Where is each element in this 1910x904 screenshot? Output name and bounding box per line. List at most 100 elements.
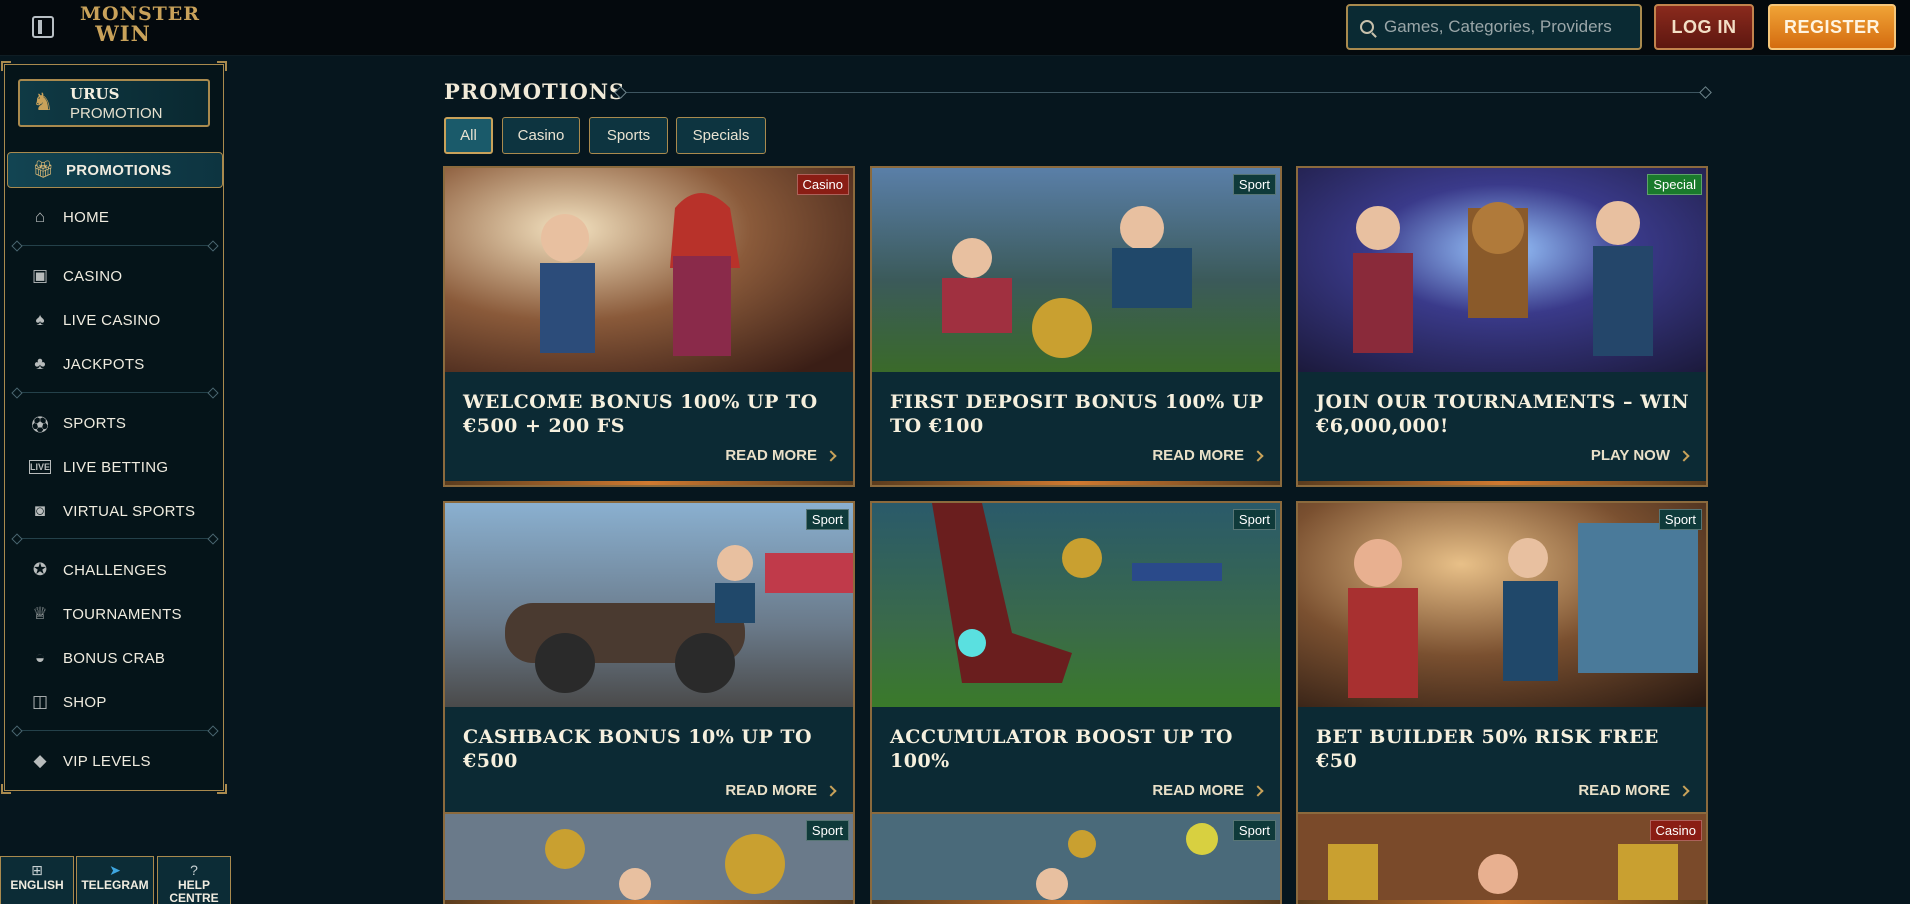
crab-icon: ◒ [34, 648, 46, 667]
read-more-link[interactable]: READ MORE [1578, 782, 1690, 799]
gift-icon: 🎁︎ [32, 160, 54, 179]
category-tag: Sport [1232, 820, 1276, 841]
card-image [445, 814, 853, 900]
help-centre-button[interactable]: ? HELP CENTRE [157, 856, 231, 904]
card-image [1298, 503, 1706, 707]
promo-card-first-deposit[interactable]: Sport FIRST DEPOSIT BONUS 100% UP TO €10… [870, 166, 1282, 487]
card-title: ACCUMULATOR BOOST UP TO 100% [890, 726, 1233, 772]
frame-corner [1, 61, 11, 71]
sidebar-item-virtual-sports[interactable]: ◙ VIRTUAL SPORTS [5, 493, 223, 529]
uk-flag-icon: ⊞ [31, 862, 43, 878]
sidebar-item-casino[interactable]: ▣ CASINO [5, 258, 223, 294]
sidebar-item-home[interactable]: ⌂ HOME [5, 199, 223, 235]
card-image [872, 503, 1280, 707]
trophy-icon: ♕ [32, 604, 48, 623]
telegram-icon: ➤ [109, 862, 121, 878]
filter-all[interactable]: All [444, 117, 493, 154]
cta-label: READ MORE [725, 447, 817, 464]
search-box[interactable] [1346, 4, 1642, 50]
sidebar-item-label: JACKPOTS [63, 355, 145, 373]
sidebar-item-challenges[interactable]: ✪ CHALLENGES [5, 552, 223, 588]
promo-card-welcome-bonus[interactable]: Casino WELCOME BONUS 100% UP TO €500 + 2… [443, 166, 855, 487]
title-rule [620, 92, 1706, 93]
register-button[interactable]: REGISTER [1768, 4, 1896, 50]
promo-card-cashback[interactable]: Sport CASHBACK BONUS 10% UP TO €500 READ… [443, 501, 855, 822]
category-tag: Sport [1232, 509, 1276, 530]
site-logo[interactable]: MONSTER WIN [80, 4, 199, 50]
login-button[interactable]: LOG IN [1654, 4, 1754, 50]
filter-casino[interactable]: Casino [502, 117, 580, 154]
card-image [1298, 168, 1706, 372]
category-tag: Special [1647, 174, 1702, 195]
sidebar-item-tournaments[interactable]: ♕ TOURNAMENTS [5, 596, 223, 632]
clover-icon: ♣ [34, 354, 46, 373]
sidebar: ♞ URUS PROMOTION 🎁︎ PROMOTIONS ⌂ HOME ▣ … [1, 61, 227, 794]
live-icon: LIVE [29, 460, 51, 474]
card-title: BET BUILDER 50% RISK FREE €50 [1316, 726, 1659, 772]
category-tag: Sport [1658, 509, 1702, 530]
sidebar-item-bonus-crab[interactable]: ◒ BONUS CRAB [5, 640, 223, 676]
sidebar-item-sports[interactable]: ⚽︎ SPORTS [5, 405, 223, 441]
filter-sports[interactable]: Sports [589, 117, 668, 154]
promo-card-row3-1[interactable]: Sport [443, 812, 855, 904]
category-tag: Sport [1232, 174, 1276, 195]
card-image [445, 168, 853, 372]
sidebar-toggle-icon[interactable] [32, 16, 54, 38]
virtual-icon: ◙ [34, 501, 46, 520]
play-now-link[interactable]: PLAY NOW [1591, 447, 1690, 464]
language-button[interactable]: ⊞ ENGLISH [0, 856, 74, 904]
promo-card-accumulator[interactable]: Sport ACCUMULATOR BOOST UP TO 100% READ … [870, 501, 1282, 822]
section-divider [17, 538, 213, 539]
read-more-link[interactable]: READ MORE [725, 447, 837, 464]
help-icon: ? [190, 862, 198, 878]
ball-icon: ⚽︎ [31, 415, 49, 435]
chevron-right-icon [1678, 449, 1690, 462]
card-image [872, 814, 1280, 900]
sidebar-item-label: CASINO [63, 267, 123, 285]
medal-icon: ✪ [32, 560, 48, 579]
sidebar-item-live-betting[interactable]: LIVE LIVE BETTING [5, 449, 223, 485]
category-tag: Casino [796, 174, 849, 195]
card-title: CASHBACK BONUS 10% UP TO €500 [463, 726, 813, 772]
telegram-button[interactable]: ➤ TELEGRAM [76, 856, 154, 904]
card-image [445, 503, 853, 707]
promo-card-row3-2[interactable]: Sport [870, 812, 1282, 904]
urus-promotion-card[interactable]: ♞ URUS PROMOTION [18, 79, 210, 127]
section-divider [17, 730, 213, 731]
category-tag: Sport [805, 820, 849, 841]
frame-corner [217, 61, 227, 71]
sidebar-item-promotions[interactable]: 🎁︎ PROMOTIONS [7, 152, 223, 188]
util-label: ENGLISH [10, 878, 64, 892]
util-label: HELP CENTRE [169, 878, 219, 904]
sidebar-item-live-casino[interactable]: ♠ LIVE CASINO [5, 302, 223, 338]
promo-card-row3-3[interactable]: Casino [1296, 812, 1708, 904]
promo-card-bet-builder[interactable]: Sport BET BUILDER 50% RISK FREE €50 READ… [1296, 501, 1708, 822]
card-title: FIRST DEPOSIT BONUS 100% UP TO €100 [890, 391, 1264, 437]
search-input[interactable] [1384, 17, 1634, 37]
sidebar-item-label: HOME [63, 208, 110, 226]
sidebar-item-label: VIP LEVELS [63, 752, 151, 770]
search-icon [1360, 20, 1374, 34]
cards-icon: ♠ [35, 310, 45, 329]
read-more-link[interactable]: READ MORE [1152, 447, 1264, 464]
card-title: WELCOME BONUS 100% UP TO €500 + 200 FS [463, 391, 818, 437]
sidebar-item-label: PROMOTIONS [66, 161, 172, 179]
promo-card-tournaments[interactable]: Special JOIN OUR TOURNAMENTS – WIN €6,00… [1296, 166, 1708, 487]
sidebar-item-shop[interactable]: ◫ SHOP [5, 684, 223, 720]
read-more-link[interactable]: READ MORE [725, 782, 837, 799]
chevron-right-icon [1252, 784, 1264, 797]
card-image [872, 168, 1280, 372]
chevron-right-icon [825, 784, 837, 797]
sidebar-item-label: SHOP [63, 693, 107, 711]
filter-specials[interactable]: Specials [676, 117, 766, 154]
sidebar-item-jackpots[interactable]: ♣ JACKPOTS [5, 346, 223, 382]
sidebar-item-label: TOURNAMENTS [63, 605, 182, 623]
chevron-right-icon [825, 449, 837, 462]
sidebar-item-label: BONUS CRAB [63, 649, 166, 667]
sidebar-item-label: LIVE CASINO [63, 311, 161, 329]
basket-icon: ◫ [31, 692, 49, 711]
card-image [1298, 814, 1706, 900]
sidebar-item-label: LIVE BETTING [63, 458, 169, 476]
read-more-link[interactable]: READ MORE [1152, 782, 1264, 799]
sidebar-item-vip-levels[interactable]: ◆ VIP LEVELS [5, 743, 223, 779]
